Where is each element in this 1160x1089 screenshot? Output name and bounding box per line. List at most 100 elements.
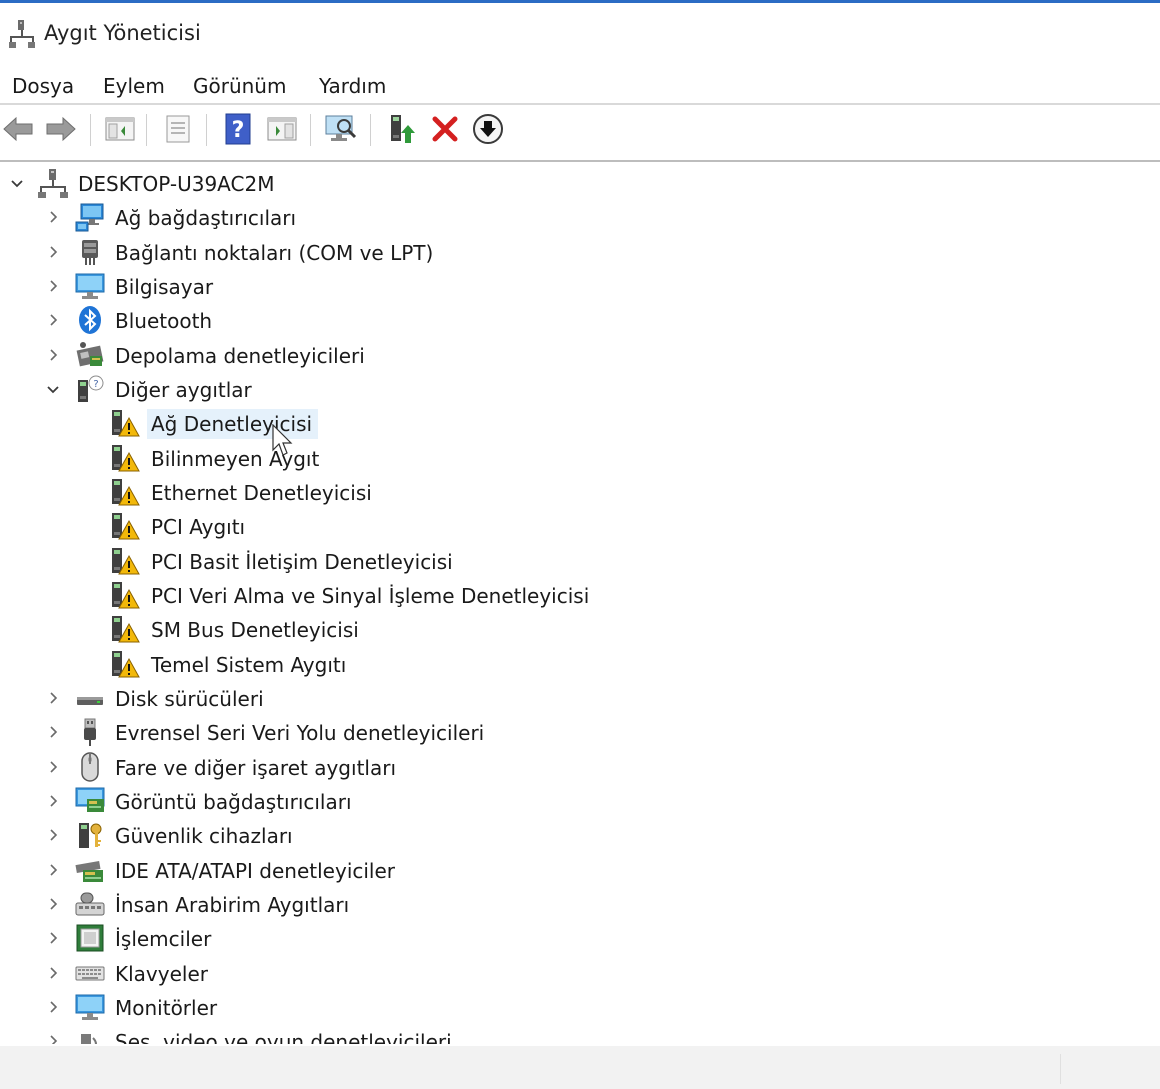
toolbar-separator bbox=[146, 114, 147, 146]
expand-chevron-icon[interactable] bbox=[45, 312, 61, 328]
expand-chevron-icon[interactable] bbox=[45, 896, 61, 912]
scan-hardware-button[interactable] bbox=[324, 112, 358, 146]
tree-category[interactable]: Monitörler bbox=[0, 991, 1160, 1025]
expand-chevron-icon[interactable] bbox=[45, 244, 61, 260]
svg-text:?: ? bbox=[93, 379, 98, 390]
forward-arrow-icon bbox=[46, 116, 76, 142]
computer-icon bbox=[75, 271, 105, 301]
tree-device-with-warning[interactable]: Ethernet Denetleyicisi bbox=[0, 476, 1160, 510]
expand-chevron-icon[interactable] bbox=[45, 1033, 61, 1044]
tree-item-label: İnsan Arabirim Aygıtları bbox=[115, 893, 350, 917]
tree-root-computer[interactable]: DESKTOP-U39AC2M bbox=[0, 167, 1160, 201]
tree-item-label: PCI Aygıtı bbox=[151, 515, 246, 539]
menu-yardim[interactable]: Yardım bbox=[319, 72, 386, 100]
warning-device-icon bbox=[110, 443, 140, 473]
expand-chevron-icon[interactable] bbox=[45, 827, 61, 843]
tree-category-expanded[interactable]: ? Diğer aygıtlar bbox=[0, 373, 1160, 407]
uninstall-device-icon bbox=[432, 116, 458, 142]
properties-button[interactable] bbox=[161, 112, 195, 146]
tree-item-label: Disk sürücüleri bbox=[115, 687, 264, 711]
tree-category[interactable]: Klavyeler bbox=[0, 957, 1160, 991]
expand-chevron-icon[interactable] bbox=[45, 965, 61, 981]
device-tree[interactable]: DESKTOP-U39AC2M Ağ bağdaştırıcıları Bağlan… bbox=[0, 164, 1160, 1044]
tree-item-label: Ağ bağdaştırıcıları bbox=[115, 206, 297, 230]
tree-category[interactable]: İşlemciler bbox=[0, 922, 1160, 956]
properties-icon bbox=[166, 115, 190, 143]
back-arrow-icon bbox=[3, 116, 33, 142]
warning-device-icon bbox=[110, 614, 140, 644]
security-device-icon bbox=[75, 820, 105, 850]
tree-category[interactable]: Depolama denetleyicileri bbox=[0, 339, 1160, 373]
tree-category[interactable]: Disk sürücüleri bbox=[0, 682, 1160, 716]
menu-separator bbox=[0, 103, 1160, 105]
expand-chevron-icon[interactable] bbox=[45, 278, 61, 294]
tree-category[interactable]: Ses, video ve oyun denetleyicileri bbox=[0, 1025, 1160, 1044]
expand-chevron-icon[interactable] bbox=[45, 999, 61, 1015]
mouse-cursor-icon bbox=[272, 424, 293, 456]
back-button[interactable] bbox=[1, 112, 35, 146]
tree-device-with-warning[interactable]: PCI Basit İletişim Denetleyicisi bbox=[0, 545, 1160, 579]
tree-category[interactable]: İnsan Arabirim Aygıtları bbox=[0, 888, 1160, 922]
warning-device-icon bbox=[110, 511, 140, 541]
tree-category[interactable]: Fare ve diğer işaret aygıtları bbox=[0, 751, 1160, 785]
action-pane-button[interactable] bbox=[265, 112, 299, 146]
tree-device-with-warning[interactable]: Bilinmeyen Aygıt bbox=[0, 442, 1160, 476]
expand-chevron-icon[interactable] bbox=[45, 347, 61, 363]
uninstall-device-button[interactable] bbox=[428, 112, 462, 146]
tree-device-with-warning[interactable]: Ağ Denetleyicisi bbox=[0, 407, 1160, 441]
usb-icon bbox=[75, 717, 105, 747]
help-button[interactable]: ? bbox=[221, 112, 255, 146]
expand-chevron-icon[interactable] bbox=[45, 793, 61, 809]
storage-controller-icon bbox=[75, 340, 105, 370]
tree-category[interactable]: Bilgisayar bbox=[0, 270, 1160, 304]
tree-item-label: IDE ATA/ATAPI denetleyiciler bbox=[115, 859, 396, 883]
mouse-icon bbox=[75, 752, 105, 782]
keyboard-icon bbox=[75, 958, 105, 988]
tree-item-label: PCI Veri Alma ve Sinyal İşleme Denetleyi… bbox=[151, 584, 590, 608]
disable-device-icon bbox=[473, 114, 503, 144]
tree-category[interactable]: Ağ bağdaştırıcıları bbox=[0, 201, 1160, 235]
collapse-chevron-icon[interactable] bbox=[45, 381, 61, 397]
expand-chevron-icon[interactable] bbox=[45, 862, 61, 878]
toolbar-separator bbox=[370, 114, 371, 146]
tree-category[interactable]: Evrensel Seri Veri Yolu denetleyicileri bbox=[0, 716, 1160, 750]
menu-eylem[interactable]: Eylem bbox=[103, 72, 165, 100]
tree-device-with-warning[interactable]: PCI Veri Alma ve Sinyal İşleme Denetleyi… bbox=[0, 579, 1160, 613]
expand-chevron-icon[interactable] bbox=[45, 690, 61, 706]
title-bar: Aygıt Yöneticisi bbox=[0, 3, 1160, 65]
forward-button[interactable] bbox=[44, 112, 78, 146]
update-driver-button[interactable] bbox=[385, 112, 419, 146]
warning-device-icon bbox=[110, 580, 140, 610]
tree-item-label: İşlemciler bbox=[115, 927, 212, 951]
menu-bar: Dosya Eylem Görünüm Yardım bbox=[0, 68, 1160, 104]
tree-item-label: Bilinmeyen Aygıt bbox=[151, 447, 320, 471]
disk-drive-icon bbox=[75, 683, 105, 713]
tree-device-with-warning[interactable]: SM Bus Denetleyicisi bbox=[0, 613, 1160, 647]
bluetooth-icon bbox=[75, 305, 105, 335]
toolbar-separator-line bbox=[0, 160, 1160, 162]
show-hide-tree-button[interactable] bbox=[103, 112, 137, 146]
update-driver-icon bbox=[391, 115, 415, 143]
monitor-icon bbox=[75, 992, 105, 1022]
expand-chevron-icon[interactable] bbox=[45, 209, 61, 225]
tree-device-with-warning[interactable]: PCI Aygıtı bbox=[0, 510, 1160, 544]
tree-category[interactable]: Görüntü bağdaştırıcıları bbox=[0, 785, 1160, 819]
expand-chevron-icon[interactable] bbox=[45, 759, 61, 775]
tree-category[interactable]: Güvenlik cihazları bbox=[0, 819, 1160, 853]
tree-item-label: Bağlantı noktaları (COM ve LPT) bbox=[115, 241, 434, 265]
tree-item-label: Görüntü bağdaştırıcıları bbox=[115, 790, 352, 814]
disable-device-button[interactable] bbox=[471, 112, 505, 146]
status-bar bbox=[0, 1046, 1160, 1089]
toolbar-separator bbox=[90, 114, 91, 146]
expand-chevron-icon[interactable] bbox=[45, 724, 61, 740]
menu-dosya[interactable]: Dosya bbox=[12, 72, 74, 100]
collapse-chevron-icon[interactable] bbox=[9, 175, 25, 191]
expand-chevron-icon[interactable] bbox=[45, 930, 61, 946]
port-icon bbox=[75, 237, 105, 267]
tree-category[interactable]: Bluetooth bbox=[0, 304, 1160, 338]
tree-device-with-warning[interactable]: Temel Sistem Aygıtı bbox=[0, 648, 1160, 682]
tree-category[interactable]: IDE ATA/ATAPI denetleyiciler bbox=[0, 854, 1160, 888]
device-manager-app-icon bbox=[9, 20, 35, 48]
menu-gorunum[interactable]: Görünüm bbox=[193, 72, 286, 100]
tree-category[interactable]: Bağlantı noktaları (COM ve LPT) bbox=[0, 236, 1160, 270]
